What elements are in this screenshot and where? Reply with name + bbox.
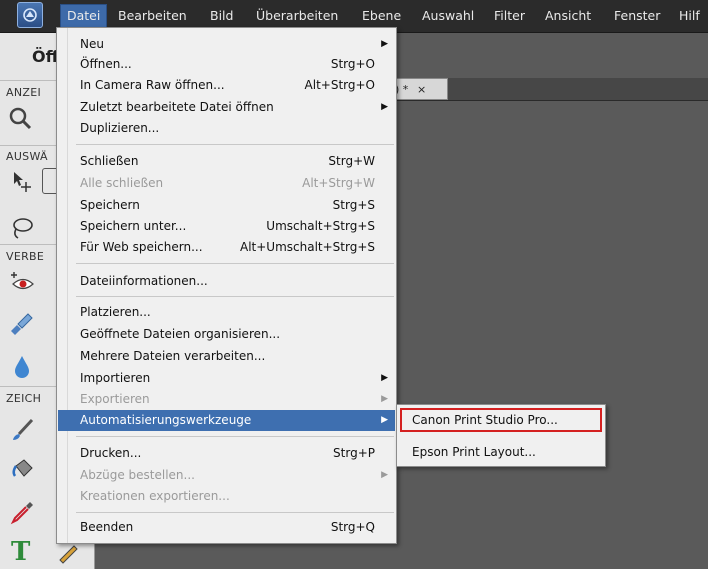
menu-item-shortcut: Strg+Q <box>330 520 375 534</box>
menu-datei[interactable]: Datei <box>60 4 108 28</box>
menu-item-label: Geöffnete Dateien organisieren... <box>80 327 281 341</box>
menu-item-label: Neu <box>80 37 104 51</box>
paint-bucket-tool-icon[interactable] <box>8 456 36 484</box>
menu-item-shortcut: Alt+Strg+W <box>302 176 375 190</box>
section-label-draw: ZEICH <box>6 392 42 405</box>
file-menu-dropdown: Neu ▶ Öffnen... Strg+O In Camera Raw öff… <box>56 27 397 544</box>
blur-drop-tool-icon[interactable] <box>8 352 36 380</box>
menu-item-label: Kreationen exportieren... <box>80 489 230 503</box>
submenu-arrow-icon: ▶ <box>381 394 388 404</box>
menu-item-label: Alle schließen <box>80 176 164 190</box>
menu-item-label: Importieren <box>80 371 151 385</box>
menu-item-camera-raw[interactable]: In Camera Raw öffnen... Alt+Strg+O <box>58 75 395 96</box>
menu-item-label: Platzieren... <box>80 305 151 319</box>
menu-item-label: Exportieren <box>80 392 150 406</box>
menu-item-speichern-unter[interactable]: Speichern unter... Umschalt+Strg+S <box>58 216 395 237</box>
submenu-arrow-icon: ▶ <box>381 39 388 49</box>
section-label-select: AUSWÄ <box>6 150 48 163</box>
menu-item-shortcut: Alt+Umschalt+Strg+S <box>239 240 375 254</box>
submenu-item-canon-print-studio[interactable]: Canon Print Studio Pro... <box>400 408 602 432</box>
submenu-item-epson-print-layout[interactable]: Epson Print Layout... <box>400 440 602 464</box>
submenu-arrow-icon: ▶ <box>381 102 388 112</box>
submenu-arrow-icon: ▶ <box>381 373 388 383</box>
menu-item-shortcut: Strg+P <box>333 446 375 460</box>
menu-item-label: In Camera Raw öffnen... <box>80 78 225 92</box>
menu-item-automatisierungswerkzeuge[interactable]: Automatisierungswerkzeuge ▶ <box>58 410 395 431</box>
menu-item-shortcut: Alt+Strg+O <box>304 78 375 92</box>
menu-item-duplizieren[interactable]: Duplizieren... <box>58 118 395 139</box>
menu-item-kreationen[interactable]: Kreationen exportieren... <box>58 486 395 507</box>
menu-hilfe[interactable]: Hilf <box>679 0 700 32</box>
menu-separator <box>76 296 394 297</box>
menu-auswahl[interactable]: Auswahl <box>422 0 474 32</box>
menu-item-exportieren[interactable]: Exportieren ▶ <box>58 389 395 410</box>
menu-item-beenden[interactable]: Beenden Strg+Q <box>58 517 395 538</box>
submenu-arrow-icon: ▶ <box>381 415 388 425</box>
section-label-view: ANZEI <box>6 86 41 99</box>
menu-item-schliessen[interactable]: Schließen Strg+W <box>58 151 395 172</box>
close-icon[interactable]: × <box>417 79 426 101</box>
menu-item-shortcut: Strg+W <box>328 154 375 168</box>
move-tool-icon[interactable] <box>8 168 36 196</box>
menu-item-importieren[interactable]: Importieren ▶ <box>58 368 395 389</box>
menu-item-label: Automatisierungswerkzeuge <box>80 413 252 427</box>
menu-item-oeffnen[interactable]: Öffnen... Strg+O <box>58 54 395 75</box>
menu-item-neu[interactable]: Neu ▶ <box>58 34 395 55</box>
text-tool-icon[interactable]: T <box>8 536 36 564</box>
menu-item-web-speichern[interactable]: Für Web speichern... Alt+Umschalt+Strg+S <box>58 237 395 258</box>
menu-item-platzieren[interactable]: Platzieren... <box>58 302 395 323</box>
menu-separator <box>76 436 394 437</box>
brush-retouch-tool-icon[interactable] <box>8 310 36 338</box>
menu-item-drucken[interactable]: Drucken... Strg+P <box>58 443 395 464</box>
menu-item-label: Speichern <box>80 198 140 212</box>
submenu-arrow-icon: ▶ <box>381 470 388 480</box>
svg-text:T: T <box>11 537 31 564</box>
menu-item-organisieren[interactable]: Geöffnete Dateien organisieren... <box>58 324 395 345</box>
menu-item-label: Für Web speichern... <box>80 240 203 254</box>
submenu-item-label: Epson Print Layout... <box>412 445 536 459</box>
menu-item-label: Duplizieren... <box>80 121 160 135</box>
menu-filter[interactable]: Filter <box>494 0 525 32</box>
menu-ansicht[interactable]: Ansicht <box>545 0 591 32</box>
menu-item-label: Abzüge bestellen... <box>80 468 195 482</box>
menu-item-abzuege[interactable]: Abzüge bestellen... ▶ <box>58 465 395 486</box>
menu-item-label: Öffnen... <box>80 57 132 71</box>
open-heading: Öff <box>32 47 59 66</box>
menu-item-shortcut: Umschalt+Strg+S <box>266 219 375 233</box>
zoom-tool-icon[interactable] <box>6 104 34 132</box>
menu-item-speichern[interactable]: Speichern Strg+S <box>58 195 395 216</box>
menu-item-dateiinformationen[interactable]: Dateiinformationen... <box>58 271 395 292</box>
brush-tool-icon[interactable] <box>8 416 36 444</box>
menu-item-shortcut: Strg+S <box>332 198 375 212</box>
menu-item-zuletzt[interactable]: Zuletzt bearbeitete Datei öffnen ▶ <box>58 97 395 118</box>
red-eye-tool-icon[interactable] <box>8 268 36 296</box>
app-logo-icon[interactable] <box>17 2 43 28</box>
section-label-enhance: VERBE <box>6 250 45 263</box>
menu-item-label: Speichern unter... <box>80 219 187 233</box>
automation-submenu: Canon Print Studio Pro... Epson Print La… <box>396 404 606 467</box>
menu-separator <box>76 512 394 513</box>
menu-item-verarbeiten[interactable]: Mehrere Dateien verarbeiten... <box>58 346 395 367</box>
lasso-tool-icon[interactable] <box>8 214 36 242</box>
menu-item-label: Beenden <box>80 520 134 534</box>
menu-item-label: Mehrere Dateien verarbeiten... <box>80 349 266 363</box>
menu-separator <box>76 263 394 264</box>
menu-separator <box>76 144 394 145</box>
menu-item-label: Zuletzt bearbeitete Datei öffnen <box>80 100 274 114</box>
eyedropper-tool-icon[interactable] <box>8 498 36 526</box>
menu-fenster[interactable]: Fenster <box>614 0 660 32</box>
submenu-item-label: Canon Print Studio Pro... <box>412 413 558 427</box>
menu-item-label: Drucken... <box>80 446 142 460</box>
menu-item-label: Schließen <box>80 154 139 168</box>
menu-item-shortcut: Strg+O <box>330 57 375 71</box>
menu-item-alle-schliessen[interactable]: Alle schließen Alt+Strg+W <box>58 173 395 194</box>
menu-item-label: Dateiinformationen... <box>80 274 208 288</box>
